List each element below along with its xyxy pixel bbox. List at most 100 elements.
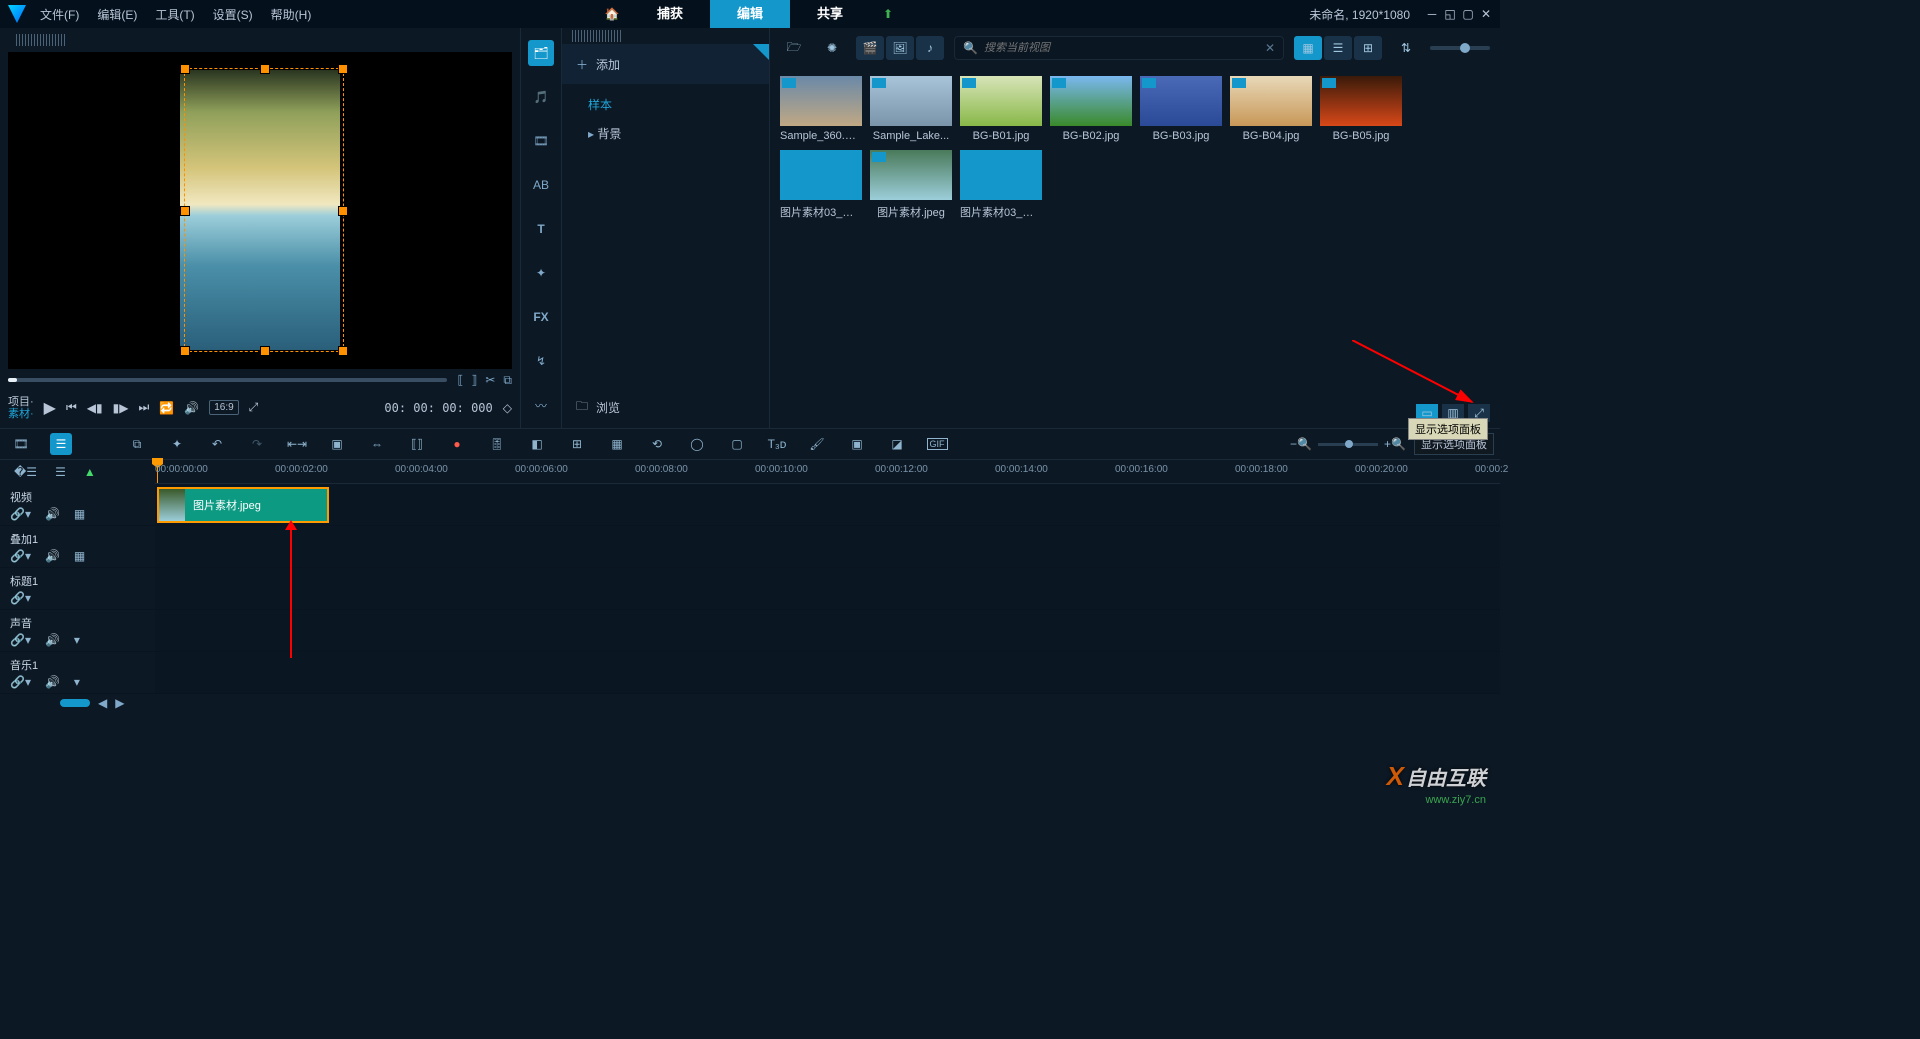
timecode[interactable]: 00: 00: 00: 000 <box>384 401 492 415</box>
grid-icon[interactable]: ▦ <box>74 549 85 563</box>
loop-button[interactable]: 🔁 <box>159 401 174 415</box>
tab-capture[interactable]: 捕获 <box>630 0 710 28</box>
fx-icon[interactable]: FX <box>528 304 554 330</box>
import-settings-icon[interactable]: ✺ <box>818 36 846 60</box>
time-ruler[interactable]: 00:00:00:0000:00:02:0000:00:04:0000:00:0… <box>155 460 1500 484</box>
win-maximize[interactable]: ▢ <box>1462 8 1474 20</box>
menu-settings[interactable]: 设置(S) <box>213 6 253 23</box>
track-overlay-body[interactable] <box>155 526 1500 567</box>
preview-canvas[interactable] <box>8 52 512 369</box>
handle-bl[interactable] <box>180 346 190 356</box>
tool-3dtitle-icon[interactable]: T₃ᴅ <box>766 433 788 455</box>
tool-capture-icon[interactable]: ▣ <box>326 433 348 455</box>
overlay-icon[interactable]: ✦ <box>528 260 554 286</box>
link-icon[interactable]: 🔗▾ <box>10 591 31 605</box>
clip[interactable]: 图片素材.jpeg <box>157 487 329 523</box>
listmode-icon[interactable]: �☰ <box>14 465 37 479</box>
tree-background[interactable]: 背景 <box>562 119 769 148</box>
track-video-body[interactable]: 图片素材.jpeg <box>155 484 1500 525</box>
menu-tools[interactable]: 工具(T) <box>155 6 194 23</box>
audio-icon[interactable]: 🎵 <box>528 84 554 110</box>
tree-sample[interactable]: 样本 <box>562 90 769 119</box>
mute-icon[interactable]: 🔊 <box>45 549 60 563</box>
scrub-bar[interactable] <box>8 378 447 382</box>
motion-icon[interactable]: 🎞 <box>528 128 554 154</box>
win-restore[interactable]: ◱ <box>1444 8 1456 20</box>
path-icon[interactable]: 〰 <box>528 392 554 418</box>
library-thumb[interactable]: BG-B05.jpg <box>1320 76 1402 142</box>
track-music-body[interactable] <box>155 652 1500 693</box>
library-thumb[interactable]: BG-B01.jpg <box>960 76 1042 142</box>
volume-button[interactable]: 🔊 <box>184 401 199 415</box>
aspect-ratio[interactable]: 16:9 <box>209 400 238 415</box>
tool-mixer-icon[interactable]: 🎚 <box>486 433 508 455</box>
tool-fx-icon[interactable]: ✦ <box>166 433 188 455</box>
library-thumb[interactable]: BG-B04.jpg <box>1230 76 1312 142</box>
filter-image-icon[interactable]: 🖼 <box>886 36 914 60</box>
play-button[interactable]: ▶ <box>44 398 56 418</box>
transition-icon[interactable]: ↯ <box>528 348 554 374</box>
tool-chapter-icon[interactable]: ◧ <box>526 433 548 455</box>
media-icon[interactable]: 🗂 <box>528 40 554 66</box>
view-grid-icon[interactable]: ▦ <box>1294 36 1322 60</box>
handle-mr[interactable] <box>338 206 348 216</box>
tool-copy-icon[interactable]: ⧉ <box>126 433 148 455</box>
track-title-body[interactable] <box>155 568 1500 609</box>
storyboard-view-icon[interactable]: 🎞 <box>10 433 32 455</box>
tool-color-icon[interactable]: ◪ <box>886 433 908 455</box>
selection-box[interactable] <box>184 68 344 352</box>
chevron-down-icon[interactable]: ▾ <box>74 633 80 647</box>
menu-help[interactable]: 帮助(H) <box>271 6 312 23</box>
scroll-left-icon[interactable]: ◀ <box>98 696 107 710</box>
chevron-down-icon[interactable]: ▾ <box>74 675 80 689</box>
handle-br[interactable] <box>338 346 348 356</box>
listmode2-icon[interactable]: ☰ <box>55 465 66 479</box>
tool-trim-icon[interactable]: ⟦⟧ <box>406 433 428 455</box>
tool-record-icon[interactable]: ● <box>446 433 468 455</box>
link-icon[interactable]: 🔗▾ <box>10 549 31 563</box>
scroll-thumb[interactable] <box>60 699 90 707</box>
tool-screen-icon[interactable]: ▣ <box>846 433 868 455</box>
handle-tc[interactable] <box>260 64 270 74</box>
thumb-size-slider[interactable] <box>1430 46 1490 50</box>
markout-icon[interactable]: ⟧ <box>471 373 477 388</box>
win-close[interactable]: ✕ <box>1480 8 1492 20</box>
tool-markin-icon[interactable]: ⇤⇥ <box>286 433 308 455</box>
handle-tl[interactable] <box>180 64 190 74</box>
handle-bc[interactable] <box>260 346 270 356</box>
library-thumb[interactable]: 图片素材03_副... <box>960 150 1042 220</box>
library-thumb[interactable]: Sample_360.m... <box>780 76 862 142</box>
search-input[interactable] <box>984 42 1259 54</box>
library-thumb[interactable]: Sample_Lake... <box>870 76 952 142</box>
handle-ml[interactable] <box>180 206 190 216</box>
tool-gif-icon[interactable]: GIF <box>926 433 948 455</box>
link-icon[interactable]: 🔗▾ <box>10 633 31 647</box>
addtrack-icon[interactable]: ▲ <box>84 465 96 479</box>
zoom-out-icon[interactable]: −🔍 <box>1290 433 1312 455</box>
win-minimize[interactable]: ─ <box>1426 8 1438 20</box>
gostart-button[interactable]: ⏮ <box>66 400 77 415</box>
tab-edit[interactable]: 编辑 <box>710 0 790 28</box>
tool-paint-icon[interactable]: 🖌 <box>806 433 828 455</box>
view-list-icon[interactable]: ☰ <box>1324 36 1352 60</box>
handle-tr[interactable] <box>338 64 348 74</box>
title-icon[interactable]: T <box>528 216 554 242</box>
timecode-step[interactable]: ◇ <box>503 401 512 415</box>
library-thumb[interactable]: 图片素材.jpeg <box>870 150 952 220</box>
tool-marker-icon[interactable]: ⊞ <box>566 433 588 455</box>
grip-icon[interactable] <box>572 30 622 42</box>
menu-edit[interactable]: 编辑(E) <box>97 6 137 23</box>
upload-icon[interactable]: ⬆ <box>870 7 906 21</box>
sort-icon[interactable]: ⇅ <box>1392 36 1420 60</box>
browse-button[interactable]: 🗀 浏览 <box>562 387 769 428</box>
tool-ripple-icon[interactable]: ⟲ <box>646 433 668 455</box>
library-thumb[interactable]: 图片素材03_副... <box>780 150 862 220</box>
zoom-in-icon[interactable]: +🔍 <box>1384 433 1406 455</box>
prevframe-button[interactable]: ◀▮ <box>87 401 103 415</box>
cut-icon[interactable]: ✂ <box>485 373 495 388</box>
filter-audio-icon[interactable]: ♪ <box>916 36 944 60</box>
text-ab-icon[interactable]: AB <box>528 172 554 198</box>
mute-icon[interactable]: 🔊 <box>45 675 60 689</box>
view-detail-icon[interactable]: ⊞ <box>1354 36 1382 60</box>
add-header[interactable]: ＋ 添加 <box>562 44 769 84</box>
